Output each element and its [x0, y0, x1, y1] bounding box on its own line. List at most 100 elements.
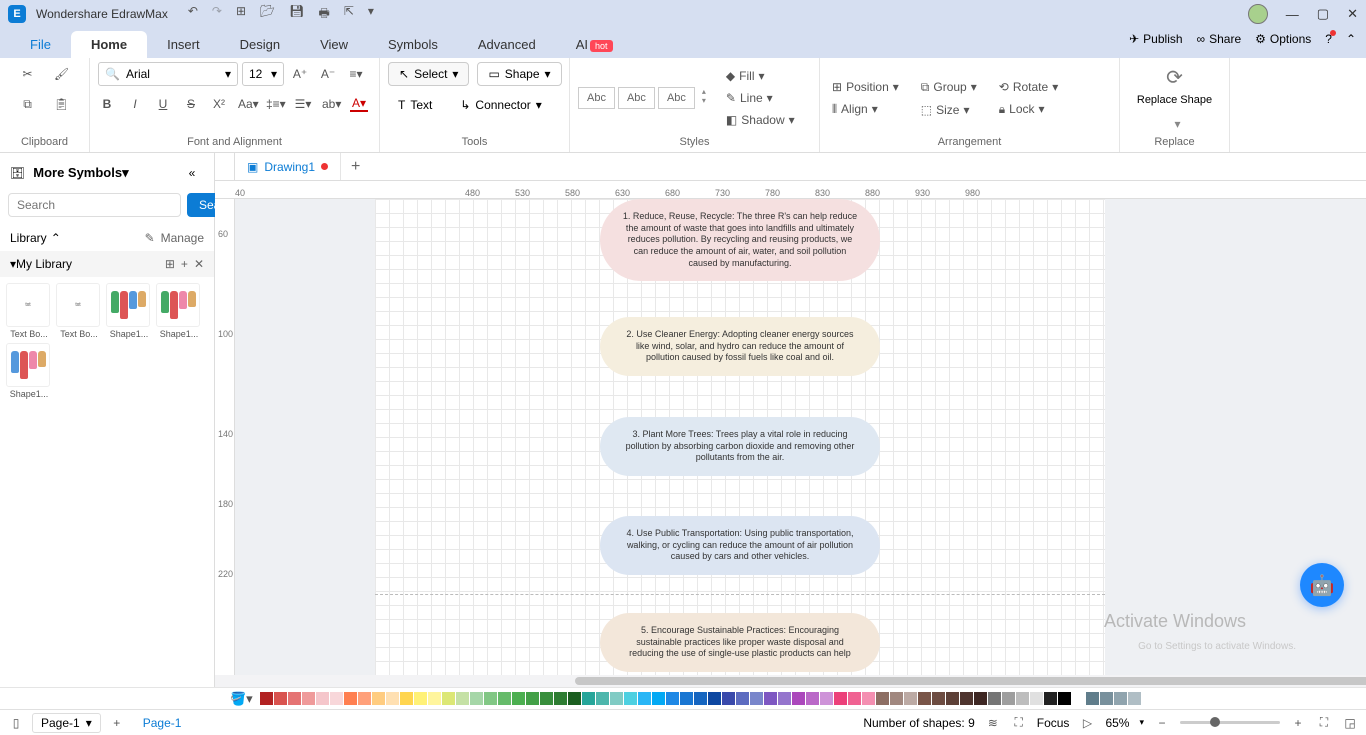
- font-size-select[interactable]: 12▾: [242, 62, 284, 86]
- color-swatch[interactable]: [666, 692, 679, 705]
- zoom-in-icon[interactable]: +: [1290, 715, 1306, 731]
- color-swatch[interactable]: [1016, 692, 1029, 705]
- color-swatch[interactable]: [1128, 692, 1141, 705]
- help-button[interactable]: ?: [1325, 32, 1332, 46]
- color-swatch[interactable]: [442, 692, 455, 705]
- fill-button[interactable]: ◆Fill▾: [722, 67, 799, 85]
- paste-icon[interactable]: 📋︎: [50, 92, 74, 116]
- bold-icon[interactable]: B: [98, 97, 116, 111]
- edit-icon[interactable]: ✎: [145, 231, 155, 245]
- color-swatch[interactable]: [428, 692, 441, 705]
- styles-up-icon[interactable]: ▴: [702, 87, 706, 96]
- zoom-slider[interactable]: [1180, 721, 1280, 724]
- group-button[interactable]: ⧉Group▾: [917, 78, 981, 97]
- color-swatch[interactable]: [456, 692, 469, 705]
- fullscreen-icon[interactable]: ◲: [1342, 715, 1358, 731]
- canvas[interactable]: 1. Reduce, Reuse, Recycle: The three R's…: [235, 199, 1366, 675]
- layers-icon[interactable]: ≋: [985, 715, 1001, 731]
- shape-item[interactable]: Shape1...: [6, 343, 52, 399]
- font-name-select[interactable]: 🔍Arial▾: [98, 62, 238, 86]
- shape-item[interactable]: Shape1...: [156, 283, 202, 339]
- color-swatch[interactable]: [708, 692, 721, 705]
- color-swatch[interactable]: [610, 692, 623, 705]
- align-menu-icon[interactable]: ≡▾: [344, 62, 368, 86]
- strike-icon[interactable]: S: [182, 97, 200, 111]
- italic-icon[interactable]: I: [126, 97, 144, 111]
- underline-icon[interactable]: U: [154, 97, 172, 111]
- publish-button[interactable]: ✈Publish: [1129, 32, 1182, 46]
- add-tab-button[interactable]: +: [341, 158, 370, 176]
- case-icon[interactable]: Aa▾: [238, 97, 256, 111]
- shape-bubble-3[interactable]: 3. Plant More Trees: Trees play a vital …: [600, 417, 880, 476]
- color-swatch[interactable]: [414, 692, 427, 705]
- color-swatch[interactable]: [344, 692, 357, 705]
- font-color-icon[interactable]: A▾: [350, 96, 368, 112]
- library-row[interactable]: Library ⌃ ✎Manage: [0, 225, 214, 251]
- color-swatch[interactable]: [932, 692, 945, 705]
- color-swatch[interactable]: [750, 692, 763, 705]
- focus-frame-icon[interactable]: ⛶: [1011, 715, 1027, 731]
- close-lib-icon[interactable]: ✕: [194, 257, 204, 271]
- color-swatch[interactable]: [624, 692, 637, 705]
- line-button[interactable]: ✎Line▾: [722, 89, 799, 107]
- color-swatch[interactable]: [512, 692, 525, 705]
- shape-bubble-2[interactable]: 2. Use Cleaner Energy: Adopting cleaner …: [600, 317, 880, 376]
- color-swatch[interactable]: [638, 692, 651, 705]
- color-swatch[interactable]: [1002, 692, 1015, 705]
- shadow-button[interactable]: ◧Shadow▾: [722, 111, 799, 129]
- select-tool[interactable]: ↖Select▾: [388, 62, 469, 86]
- size-button[interactable]: ⬚Size▾: [917, 101, 981, 119]
- save-icon[interactable]: 💾︎: [289, 4, 304, 25]
- undo-icon[interactable]: ↶: [188, 4, 198, 25]
- export-icon[interactable]: ⇱: [344, 4, 354, 25]
- shape-bubble-4[interactable]: 4. Use Public Transportation: Using publ…: [600, 516, 880, 575]
- color-swatch[interactable]: [498, 692, 511, 705]
- user-avatar[interactable]: [1248, 4, 1268, 24]
- color-swatch[interactable]: [974, 692, 987, 705]
- color-swatch[interactable]: [470, 692, 483, 705]
- color-swatch[interactable]: [582, 692, 595, 705]
- shape-item[interactable]: txtText Bo...: [56, 283, 102, 339]
- view-icon[interactable]: ⊞: [165, 257, 175, 271]
- menu-symbols[interactable]: Symbols: [368, 31, 458, 58]
- color-swatch[interactable]: [988, 692, 1001, 705]
- add-icon[interactable]: +: [181, 257, 188, 271]
- connector-tool[interactable]: ↳Connector▾: [450, 94, 551, 116]
- color-swatch[interactable]: [960, 692, 973, 705]
- ai-chat-fab[interactable]: 🤖: [1300, 563, 1344, 607]
- color-swatch[interactable]: [834, 692, 847, 705]
- copy-icon[interactable]: ⧉: [16, 92, 40, 116]
- fit-page-icon[interactable]: ⛶: [1316, 715, 1332, 731]
- color-swatch[interactable]: [890, 692, 903, 705]
- style-preset-2[interactable]: Abc: [618, 87, 655, 109]
- focus-label[interactable]: Focus: [1037, 716, 1070, 730]
- manage-library[interactable]: Manage: [161, 231, 204, 245]
- increase-font-icon[interactable]: A⁺: [288, 62, 312, 86]
- color-swatch[interactable]: [1044, 692, 1057, 705]
- color-swatch[interactable]: [1058, 692, 1071, 705]
- shape-tool[interactable]: ▭Shape▾: [477, 62, 561, 86]
- color-swatch[interactable]: [372, 692, 385, 705]
- zoom-out-icon[interactable]: −: [1154, 715, 1170, 731]
- page-select[interactable]: Page-1▾: [32, 713, 101, 733]
- shape-item[interactable]: txtText Bo...: [6, 283, 52, 339]
- menu-home[interactable]: Home: [71, 31, 147, 58]
- replace-dropdown-icon[interactable]: ▾: [1174, 117, 1180, 131]
- document-tab[interactable]: ▣ Drawing1: [235, 153, 341, 180]
- color-swatch[interactable]: [260, 692, 273, 705]
- collapse-sidebar-icon[interactable]: «: [180, 161, 204, 185]
- color-swatch[interactable]: [806, 692, 819, 705]
- color-swatch[interactable]: [848, 692, 861, 705]
- menu-insert[interactable]: Insert: [147, 31, 220, 58]
- menu-file[interactable]: File: [10, 31, 71, 58]
- color-swatch[interactable]: [330, 692, 343, 705]
- cut-icon[interactable]: ✂: [16, 62, 40, 86]
- color-swatch[interactable]: [1030, 692, 1043, 705]
- lock-button[interactable]: 🔒︎Lock▾: [995, 100, 1062, 119]
- color-swatch[interactable]: [288, 692, 301, 705]
- color-swatch[interactable]: [918, 692, 931, 705]
- line-spacing-icon[interactable]: ‡≡▾: [266, 97, 284, 111]
- color-swatch[interactable]: [316, 692, 329, 705]
- superscript-icon[interactable]: X²: [210, 97, 228, 111]
- format-painter-icon[interactable]: 🖌: [50, 62, 74, 86]
